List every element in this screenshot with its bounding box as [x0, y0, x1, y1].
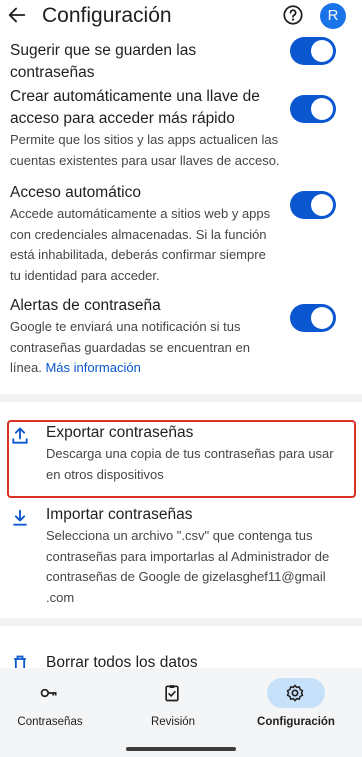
export-highlight-box: [7, 420, 356, 498]
auto-signin-toggle[interactable]: [290, 191, 336, 219]
import-passwords-desc: Selecciona un archivo ".csv" que conteng…: [46, 528, 330, 605]
suggest-save-row[interactable]: Sugerir que se guarden las contraseñas: [10, 40, 280, 84]
passkeys-row[interactable]: Crear automáticamente una llave de acces…: [10, 86, 280, 171]
nav-label-passwords: Contraseñas: [17, 716, 83, 728]
password-alerts-toggle[interactable]: [290, 304, 336, 332]
trash-icon: [14, 655, 26, 668]
top-app-bar: Configuración R: [0, 0, 362, 32]
key-icon: [40, 688, 57, 698]
suggest-save-title: Sugerir que se guarden las contraseñas: [10, 42, 197, 81]
section-divider: [0, 618, 362, 626]
import-passwords-item[interactable]: Importar contraseñas Selecciona un archi…: [0, 504, 362, 608]
section-divider: [0, 394, 362, 402]
clipboard-check-icon: [165, 685, 179, 702]
delete-all-data-item[interactable]: Borrar todos los datos: [0, 652, 362, 668]
nav-label-settings: Configuración: [257, 716, 335, 728]
auto-signin-desc: Accede automáticamente a sitios web y ap…: [10, 206, 271, 283]
toggle-knob: [311, 98, 333, 120]
import-passwords-title: Importar contraseñas: [46, 506, 193, 523]
nav-item-passwords[interactable]: Contraseñas: [0, 676, 113, 732]
toggle-knob: [311, 40, 333, 62]
nav-item-settings[interactable]: Configuración: [239, 676, 359, 732]
auto-signin-title: Acceso automático: [10, 184, 141, 201]
learn-more-link[interactable]: Más información: [45, 360, 140, 375]
password-alerts-desc: Google te enviará una notificación si tu…: [10, 317, 280, 379]
back-arrow-icon[interactable]: [6, 4, 28, 26]
nav-item-checkup[interactable]: Revisión: [116, 676, 236, 732]
gear-icon: [286, 684, 304, 702]
bottom-navigation-bar: Contraseñas Revisión Configuración: [0, 668, 362, 757]
gesture-bar[interactable]: [126, 747, 236, 751]
delete-all-data-title: Borrar todos los datos: [46, 654, 198, 668]
passkeys-desc: Permite que los sitios y las apps actual…: [10, 132, 280, 168]
nav-label-checkup: Revisión: [150, 716, 196, 728]
passkeys-toggle[interactable]: [290, 95, 336, 123]
help-icon[interactable]: [282, 4, 304, 26]
password-alerts-row[interactable]: Alertas de contraseña Google te enviará …: [10, 295, 280, 379]
auto-signin-row[interactable]: Acceso automático Accede automáticamente…: [10, 182, 280, 286]
settings-scroll-area[interactable]: Sugerir que se guarden las contraseñas C…: [0, 0, 362, 668]
page-title: Configuración: [42, 4, 172, 27]
toggle-knob: [311, 307, 333, 329]
passkeys-title: Crear automáticamente una llave de acces…: [10, 88, 260, 127]
password-alerts-title: Alertas de contraseña: [10, 297, 161, 314]
toggle-knob: [311, 194, 333, 216]
download-icon: [13, 509, 27, 526]
suggest-save-toggle[interactable]: [290, 37, 336, 65]
account-avatar[interactable]: R: [320, 3, 346, 29]
